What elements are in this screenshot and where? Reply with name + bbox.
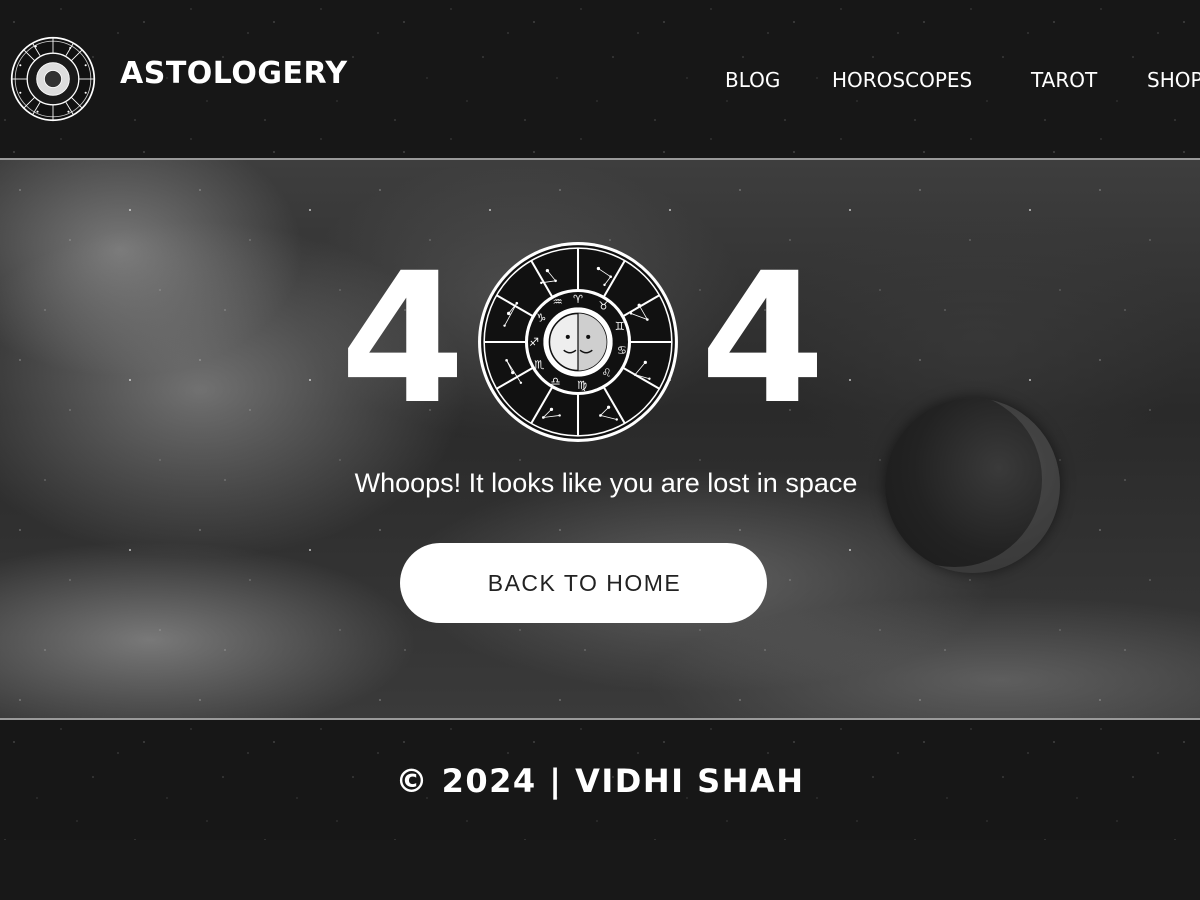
svg-text:♑: ♑ xyxy=(536,312,546,325)
nav-link-tarot[interactable]: TAROT xyxy=(1031,68,1097,92)
lost-message: Whoops! It looks like you are lost in sp… xyxy=(0,468,1200,499)
page-bottom xyxy=(0,840,1200,900)
nav-link-blog[interactable]: BLOG xyxy=(725,68,780,92)
svg-text:♉: ♉ xyxy=(598,299,608,312)
page: ASTOLOGERY BLOG HOROSCOPES TAROT SHOP 4 xyxy=(0,0,1200,900)
zodiac-wheel-icon: ♈ ♉ ♊ ♋ ♌ ♍ ♎ ♏ ♐ ♑ ♒ xyxy=(478,242,678,442)
svg-text:♈: ♈ xyxy=(573,293,583,306)
svg-text:♎: ♎ xyxy=(551,375,561,388)
copyright-text: © 2024 | VIDHI SHAH xyxy=(395,762,805,800)
back-to-home-button[interactable]: BACK TO HOME xyxy=(400,543,767,623)
svg-text:♍: ♍ xyxy=(577,379,587,392)
svg-text:♌: ♌ xyxy=(602,367,612,380)
svg-text:♏: ♏ xyxy=(534,359,544,372)
nav-link-horoscopes[interactable]: HOROSCOPES xyxy=(832,68,972,92)
svg-text:♐: ♐ xyxy=(529,336,539,349)
svg-text:♊: ♊ xyxy=(615,320,625,333)
svg-text:♋: ♋ xyxy=(617,344,627,357)
error-code-digit-right: 4 xyxy=(700,235,826,444)
brand-name[interactable]: ASTOLOGERY xyxy=(120,56,348,91)
lost-message-text: Whoops! It looks like you are lost in sp… xyxy=(354,468,858,498)
error-code-digit-left: 4 xyxy=(340,235,466,444)
site-header: ASTOLOGERY BLOG HOROSCOPES TAROT SHOP xyxy=(0,0,1200,158)
nav-link-shop[interactable]: SHOP xyxy=(1147,68,1200,92)
zodiac-wheel-icon[interactable] xyxy=(10,36,96,122)
svg-text:♒: ♒ xyxy=(553,295,563,308)
site-footer: © 2024 | VIDHI SHAH xyxy=(0,720,1200,840)
